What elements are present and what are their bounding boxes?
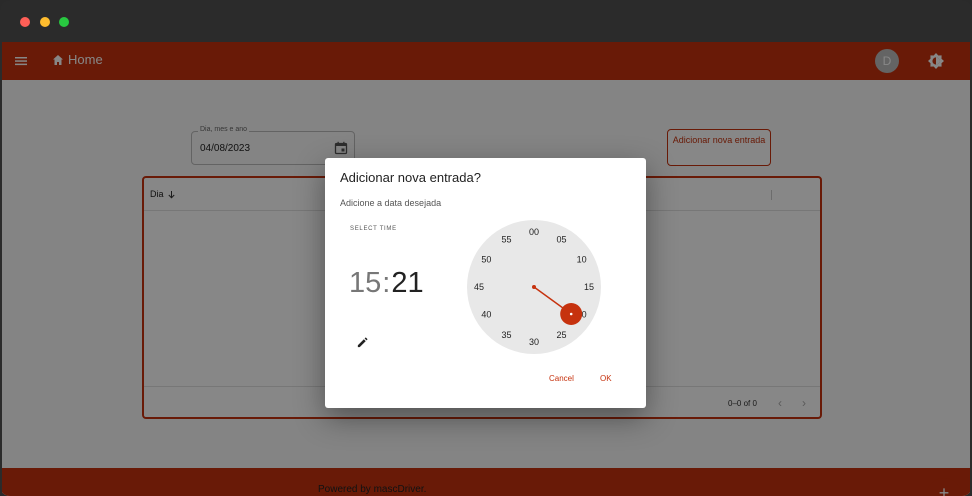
title-bar — [0, 0, 972, 42]
time-picker-dialog: Adicionar nova entrada? Adicione a data … — [325, 158, 646, 408]
time-separator: : — [382, 267, 391, 299]
app-window: Home D Dia, mes e ano 04/08/2023 Adicion… — [0, 0, 972, 496]
time-minute[interactable]: 21 — [391, 267, 423, 300]
clock-label-25[interactable]: 25 — [556, 330, 566, 340]
cancel-button[interactable]: Cancel — [549, 374, 574, 383]
clock-label-10[interactable]: 10 — [577, 255, 587, 265]
clock-label-40[interactable]: 40 — [481, 310, 491, 320]
clock-label-55[interactable]: 55 — [501, 235, 511, 245]
clock-label-35[interactable]: 35 — [501, 330, 511, 340]
clock-label-15[interactable]: 15 — [584, 282, 594, 292]
pencil-icon[interactable] — [356, 336, 369, 349]
close-window-button[interactable] — [20, 17, 30, 27]
maximize-window-button[interactable] — [59, 17, 69, 27]
time-hour[interactable]: 15 — [349, 267, 381, 300]
time-display: 15 : 21 — [349, 267, 424, 300]
dialog-title: Adicionar nova entrada? — [340, 170, 481, 185]
minimize-window-button[interactable] — [40, 17, 50, 27]
select-time-label: SELECT TIME — [350, 226, 397, 232]
clock-label-45[interactable]: 45 — [474, 282, 484, 292]
app-content: Home D Dia, mes e ano 04/08/2023 Adicion… — [2, 42, 970, 496]
clock-face[interactable]: 000510152025303540455055 — [467, 220, 601, 354]
clock-label-50[interactable]: 50 — [481, 255, 491, 265]
clock-selection-dot — [569, 312, 573, 316]
clock-center — [532, 285, 536, 289]
clock-label-00[interactable]: 00 — [529, 227, 539, 237]
clock-label-05[interactable]: 05 — [556, 235, 566, 245]
clock-label-30[interactable]: 30 — [529, 337, 539, 347]
dialog-subtitle: Adicione a data desejada — [340, 198, 442, 208]
ok-button[interactable]: OK — [600, 374, 612, 383]
